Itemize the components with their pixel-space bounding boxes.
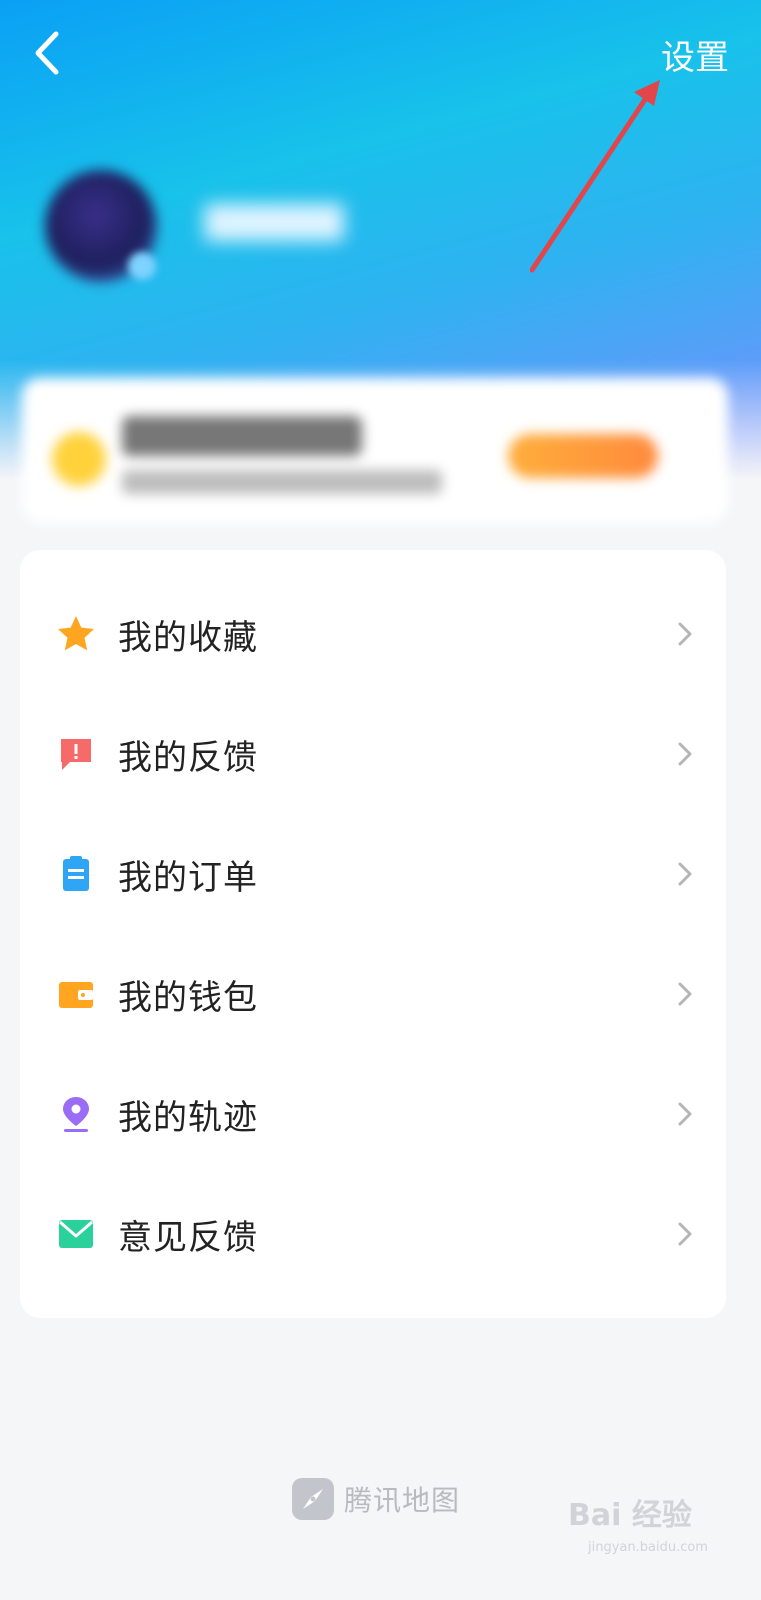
- menu-item-label: 我的订单: [118, 857, 258, 898]
- menu-item-wallet[interactable]: 我的钱包: [20, 934, 726, 1054]
- clipboard-icon: [56, 854, 96, 894]
- menu-item-label: 我的反馈: [118, 737, 258, 778]
- chevron-right-icon: [678, 622, 692, 646]
- star-icon: [56, 614, 96, 654]
- annotation-arrow: [530, 80, 660, 273]
- menu-item-label: 我的轨迹: [118, 1097, 258, 1138]
- chevron-right-icon: [678, 1222, 692, 1246]
- mail-icon: [56, 1214, 96, 1254]
- watermark: Bai 经验: [568, 1498, 692, 1533]
- menu-item-label: 我的收藏: [118, 617, 258, 658]
- menu-item-my-feedback[interactable]: 我的反馈: [20, 694, 726, 814]
- avatar-badge: [128, 252, 156, 280]
- member-card[interactable]: [22, 378, 728, 523]
- menu-item-suggestions[interactable]: 意见反馈: [20, 1174, 726, 1294]
- username[interactable]: ▇▇▇▇▇: [205, 200, 425, 250]
- back-button[interactable]: [30, 28, 70, 78]
- menu-item-favorites[interactable]: 我的收藏: [20, 574, 726, 694]
- menu-item-label: 我的钱包: [118, 977, 258, 1018]
- chevron-left-icon: [35, 31, 59, 75]
- chevron-right-icon: [678, 742, 692, 766]
- menu-item-orders[interactable]: 我的订单: [20, 814, 726, 934]
- member-title: [122, 416, 362, 456]
- coin-icon: [52, 432, 106, 486]
- compass-logo-icon: [292, 1478, 334, 1520]
- feedback-alert-icon: [56, 734, 96, 774]
- menu-list: 我的收藏 我的反馈 我的订单 我的钱包 我的轨迹 意见反馈: [20, 550, 726, 1318]
- chevron-right-icon: [678, 1102, 692, 1126]
- chevron-right-icon: [678, 982, 692, 1006]
- menu-item-track[interactable]: 我的轨迹: [20, 1054, 726, 1174]
- wallet-icon: [56, 974, 96, 1014]
- member-action-button[interactable]: [508, 434, 658, 478]
- member-subtitle: [122, 470, 442, 494]
- location-pin-icon: [56, 1094, 96, 1134]
- settings-button[interactable]: 设置: [661, 30, 729, 79]
- watermark-url: jingyan.baidu.com: [588, 1540, 708, 1555]
- chevron-right-icon: [678, 862, 692, 886]
- brand-name: 腾讯地图: [344, 1484, 461, 1517]
- menu-item-label: 意见反馈: [118, 1217, 258, 1258]
- brand-footer: 腾讯地图: [292, 1478, 460, 1520]
